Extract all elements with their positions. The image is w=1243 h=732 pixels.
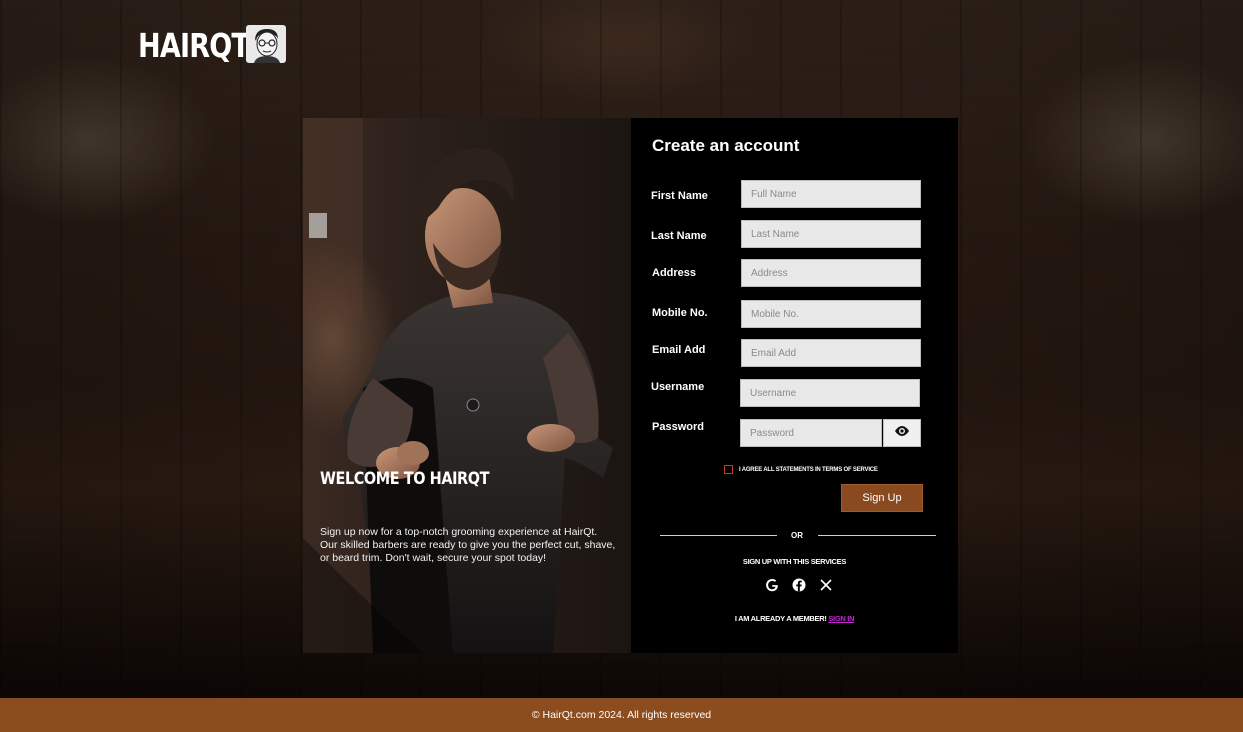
password-label: Password [652,421,704,433]
username-input[interactable] [740,379,920,407]
hero-panel: WELCOME TO HAIRQT Sign up now for a top-… [303,118,631,653]
divider-left [660,535,777,536]
eye-icon [894,424,910,442]
signup-card: WELCOME TO HAIRQT Sign up now for a top-… [303,118,958,653]
password-input[interactable] [740,419,882,447]
signup-form-panel: Create an account First Name Last Name A… [631,118,958,653]
terms-checkbox[interactable] [724,465,733,474]
google-icon[interactable] [764,577,779,592]
show-password-toggle[interactable] [883,419,921,447]
copyright-text: © HairQt.com 2024. All rights reserved [531,709,712,721]
address-input[interactable] [741,259,921,287]
welcome-heading: WELCOME TO HAIRQT [320,469,490,489]
hairqt-logo[interactable]: HAIRQT [138,26,250,65]
last-name-input[interactable] [741,220,921,248]
social-signup-label: Sign up with this services [742,557,847,566]
mobile-label: Mobile No. [652,307,708,319]
member-text: I am already a member! [734,614,827,623]
facebook-icon[interactable] [791,577,806,592]
welcome-description: Sign up now for a top-notch grooming exp… [320,526,616,564]
form-title: Create an account [652,136,800,155]
address-label: Address [652,267,697,279]
email-label: Email Add [652,344,706,356]
terms-text: I agree all statements in terms of servi… [739,466,878,473]
existing-member-row: I am already a member! Sign in [631,614,958,623]
sign-in-link[interactable]: Sign in [828,614,854,623]
divider-right [818,535,936,536]
social-signup-icons [764,577,833,592]
first-name-input[interactable] [741,180,921,208]
mobile-input[interactable] [741,300,921,328]
footer: © HairQt.com 2024. All rights reserved [0,698,1243,732]
last-name-label: Last Name [651,230,707,242]
terms-agreement: I agree all statements in terms of servi… [724,465,878,474]
barber-illustration [303,118,613,653]
sign-up-button[interactable]: Sign Up [841,484,923,512]
cartoon-avatar-icon [246,25,286,63]
or-divider-text: OR [791,531,803,540]
email-input[interactable] [741,339,921,367]
username-label: Username [651,381,705,393]
x-icon[interactable] [818,577,833,592]
first-name-label: First Name [651,190,708,202]
